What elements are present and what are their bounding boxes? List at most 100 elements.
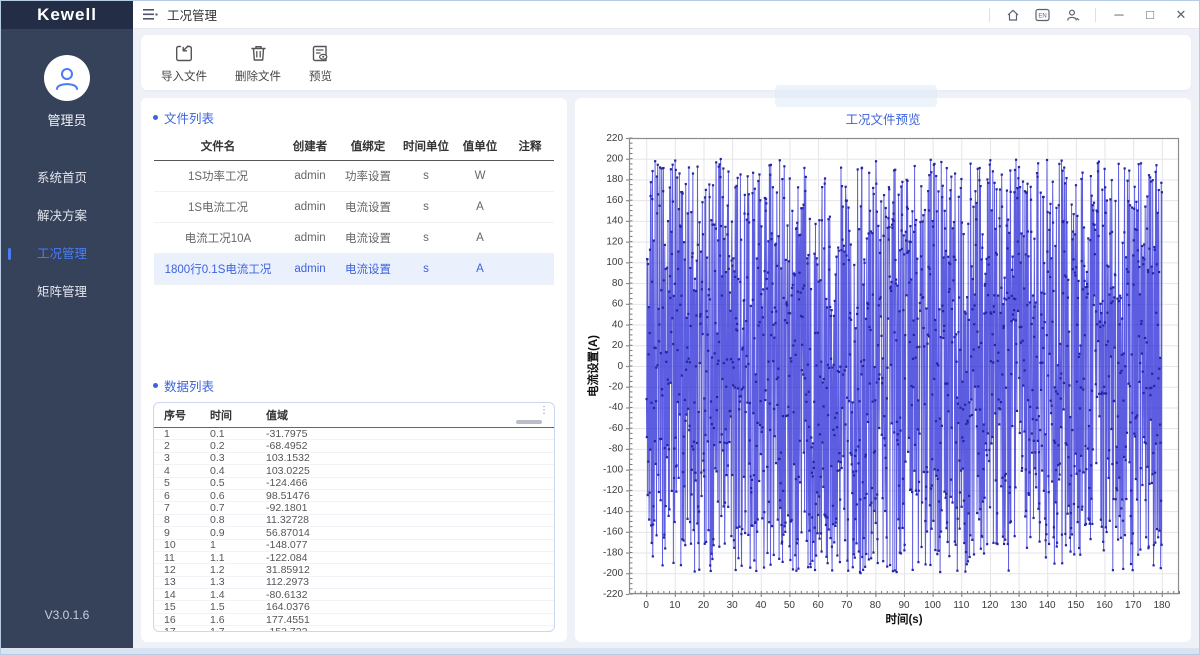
- close-button[interactable]: ✕: [1173, 8, 1189, 21]
- column-header: 值绑定: [338, 134, 398, 161]
- table-row[interactable]: 电流工况10Aadmin电流设置sA: [154, 223, 554, 254]
- list-item: 70.7-92.1801: [154, 502, 554, 514]
- bullet-icon: [153, 383, 158, 388]
- user-avatar-icon: [52, 63, 82, 93]
- list-item: 50.5-124.466: [154, 478, 554, 490]
- table-options-icon[interactable]: ⋮: [539, 406, 549, 416]
- list-item: 20.2-68.4952: [154, 440, 554, 452]
- chart-panel: 工况文件预览: [575, 98, 1191, 642]
- table-cell: 1.4: [210, 589, 266, 601]
- table-cell: -124.466: [266, 477, 328, 489]
- app-window: Kewell 管理员 系统首页解决方案工况管理矩阵管理 V3.0.1.6: [0, 0, 1200, 655]
- table-cell: 1.5: [210, 601, 266, 613]
- table-cell: 103.0225: [266, 465, 328, 477]
- brand-logo: Kewell: [1, 1, 133, 29]
- list-item: 141.4-80.6132: [154, 589, 554, 601]
- table-cell: 1S电流工况: [154, 192, 282, 223]
- table-row[interactable]: 1S电流工况admin电流设置sA: [154, 192, 554, 223]
- list-item: 90.956.87014: [154, 527, 554, 539]
- table-cell: 电流设置: [338, 192, 398, 223]
- minimize-button[interactable]: ─: [1111, 8, 1127, 21]
- maximize-button[interactable]: □: [1142, 8, 1158, 21]
- table-cell: 17: [164, 626, 210, 631]
- import-file-label: 导入文件: [161, 68, 207, 84]
- table-cell: admin: [282, 161, 338, 192]
- table-cell: 7: [164, 502, 210, 514]
- data-table-body: 10.1-31.797520.2-68.495230.3103.153240.4…: [154, 428, 554, 631]
- table-cell: [506, 192, 554, 223]
- table-cell: 14: [164, 589, 210, 601]
- table-cell: 177.4551: [266, 614, 328, 626]
- import-icon: [174, 43, 195, 64]
- sidebar-item-label: 解决方案: [37, 209, 87, 223]
- list-item: 171.7-153.722: [154, 626, 554, 631]
- chart-area: [583, 130, 1183, 636]
- list-item: 151.5164.0376: [154, 601, 554, 613]
- table-cell: -68.4952: [266, 440, 328, 452]
- list-item: 80.811.32728: [154, 515, 554, 527]
- table-cell: 1.3: [210, 576, 266, 588]
- column-header: 时间单位: [398, 134, 454, 161]
- account-icon[interactable]: [1065, 7, 1080, 22]
- sidebar-item-1[interactable]: 解决方案: [1, 197, 133, 235]
- table-cell: 98.51476: [266, 490, 328, 502]
- table-cell: 电流设置: [338, 254, 398, 285]
- table-cell: s: [398, 223, 454, 254]
- delete-file-button[interactable]: 删除文件: [235, 43, 281, 84]
- table-row[interactable]: 1800行0.1S电流工况admin电流设置sA: [154, 254, 554, 285]
- table-cell: [506, 254, 554, 285]
- topbar: 工况管理 EN ─ □ ✕: [133, 1, 1199, 29]
- collapse-menu-icon[interactable]: [143, 7, 158, 22]
- file-list-title: 文件列表: [153, 108, 555, 127]
- file-toolbar: 导入文件 删除文件: [141, 35, 1191, 90]
- horizontal-scrollbar-thumb[interactable]: [516, 420, 542, 424]
- table-cell: [506, 161, 554, 192]
- file-table-header: 文件名创建者值绑定时间单位值单位注释: [154, 134, 554, 161]
- table-cell: 1: [210, 539, 266, 551]
- table-cell: 0.2: [210, 440, 266, 452]
- data-table-header: 序号时间值域: [154, 403, 554, 428]
- sidebar-item-3[interactable]: 矩阵管理: [1, 273, 133, 311]
- table-cell: 1800行0.1S电流工况: [154, 254, 282, 285]
- sidebar-item-label: 矩阵管理: [37, 285, 87, 299]
- import-file-button[interactable]: 导入文件: [161, 43, 207, 84]
- column-header: 值单位: [454, 134, 506, 161]
- table-cell: 11.32728: [266, 514, 328, 526]
- divider: [989, 8, 990, 22]
- table-cell: admin: [282, 192, 338, 223]
- column-header: 时间: [210, 407, 266, 423]
- table-cell: 0.3: [210, 452, 266, 464]
- table-row[interactable]: 1S功率工况admin功率设置sW: [154, 161, 554, 192]
- sidebar-menu: 系统首页解决方案工况管理矩阵管理: [1, 159, 133, 311]
- file-list-section: 文件列表 文件名创建者值绑定时间单位值单位注释 1S功率工况admin功率设置s…: [153, 108, 555, 376]
- main-area: 工况管理 EN ─ □ ✕: [133, 1, 1199, 648]
- table-cell: 6: [164, 490, 210, 502]
- table-cell: 4: [164, 465, 210, 477]
- list-item: 101-148.077: [154, 540, 554, 552]
- table-cell: 1.2: [210, 564, 266, 576]
- table-cell: 0.9: [210, 527, 266, 539]
- language-icon[interactable]: EN: [1035, 7, 1050, 22]
- left-panel: 文件列表 文件名创建者值绑定时间单位值单位注释 1S功率工况admin功率设置s…: [141, 98, 567, 642]
- sidebar-item-0[interactable]: 系统首页: [1, 159, 133, 197]
- active-indicator: [8, 248, 11, 260]
- user-profile: 管理员: [1, 55, 133, 129]
- table-cell: -148.077: [266, 539, 328, 551]
- content: 导入文件 删除文件: [133, 29, 1199, 648]
- column-header: 值域: [266, 407, 328, 423]
- table-cell: 56.87014: [266, 527, 328, 539]
- table-cell: -122.084: [266, 552, 328, 564]
- table-cell: 0.7: [210, 502, 266, 514]
- table-cell: -80.6132: [266, 589, 328, 601]
- home-icon[interactable]: [1005, 7, 1020, 22]
- delete-file-label: 删除文件: [235, 68, 281, 84]
- list-item: 40.4103.0225: [154, 465, 554, 477]
- bullet-icon: [153, 115, 158, 120]
- sidebar-item-2[interactable]: 工况管理: [1, 235, 133, 273]
- preview-button[interactable]: 预览: [309, 43, 332, 84]
- table-cell: -31.7975: [266, 428, 328, 440]
- table-cell: 11: [164, 552, 210, 564]
- avatar: [44, 55, 90, 101]
- table-cell: s: [398, 161, 454, 192]
- preview-icon: [310, 43, 331, 64]
